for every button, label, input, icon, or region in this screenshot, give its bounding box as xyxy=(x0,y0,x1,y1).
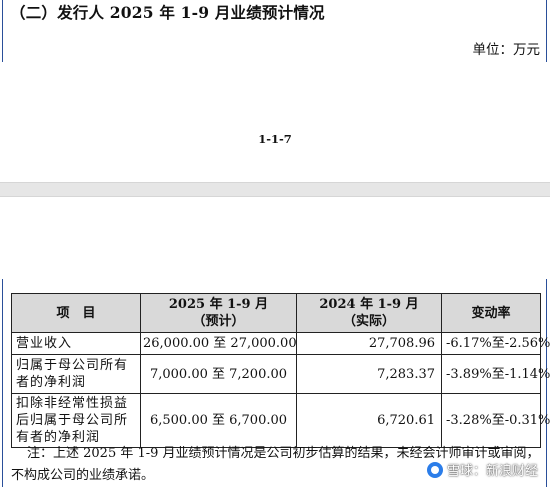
section-heading: （二）发行人 2025 年 1-9 月业绩预计情况 xyxy=(10,3,325,22)
page-separator xyxy=(0,182,550,197)
frame-border-right xyxy=(546,0,547,62)
row-item: 扣除非经常性损益后归属于母公司所有者的净利润 xyxy=(11,393,141,448)
frame-border-left-lower xyxy=(2,279,3,487)
header-estimate-type: （预计） xyxy=(192,314,245,329)
row-estimate: 7,000.00 至 7,200.00 xyxy=(140,354,297,394)
row-estimate: 6,500.00 至 6,700.00 xyxy=(140,393,297,448)
frame-border-left xyxy=(2,0,3,62)
table-row: 扣除非经常性损益后归属于母公司所有者的净利润 6,500.00 至 6,700.… xyxy=(11,393,550,448)
watermark: 雪球：新浪财经 xyxy=(426,460,538,479)
table-row: 营业收入 26,000.00 至 27,000.00 27,708.96 -6.… xyxy=(11,332,550,355)
row-change: -6.17%至-2.56% xyxy=(441,332,550,355)
table-row: 归属于母公司所有者的净利润 7,000.00 至 7,200.00 7,283.… xyxy=(11,354,550,394)
header-change: 变动率 xyxy=(441,293,541,333)
header-actual-type: （实际） xyxy=(342,314,395,329)
frame-border-right-lower xyxy=(546,279,547,487)
row-actual: 6,720.61 xyxy=(296,393,442,448)
document-page-upper: （二）发行人 2025 年 1-9 月业绩预计情况 单位：万元 1-1-7 xyxy=(0,0,550,182)
row-item: 归属于母公司所有者的净利润 xyxy=(11,354,141,394)
header-actual-period: 2024 年 1-9 月 xyxy=(319,297,419,312)
row-item: 营业收入 xyxy=(11,332,141,355)
header-estimate-period: 2025 年 1-9 月 xyxy=(168,297,269,312)
watermark-text: 雪球：新浪财经 xyxy=(446,464,538,479)
table-header-row: 项 目 2025 年 1-9 月 （预计） 2024 年 1-9 月 （实际） … xyxy=(11,293,541,333)
row-actual: 7,283.37 xyxy=(296,354,442,394)
header-item: 项 目 xyxy=(11,293,141,333)
performance-forecast-table: 项 目 2025 年 1-9 月 （预计） 2024 年 1-9 月 （实际） … xyxy=(11,293,550,448)
page-number: 1-1-7 xyxy=(258,132,292,146)
row-change: -3.89%至-1.14% xyxy=(441,354,550,394)
row-actual: 27,708.96 xyxy=(296,332,442,355)
header-actual: 2024 年 1-9 月 （实际） xyxy=(296,293,442,333)
row-estimate: 26,000.00 至 27,000.00 xyxy=(140,332,297,355)
row-change: -3.28%至-0.31% xyxy=(441,393,550,448)
snowball-logo-icon xyxy=(426,461,443,478)
unit-label: 单位：万元 xyxy=(472,42,541,58)
header-estimate: 2025 年 1-9 月 （预计） xyxy=(140,293,297,333)
